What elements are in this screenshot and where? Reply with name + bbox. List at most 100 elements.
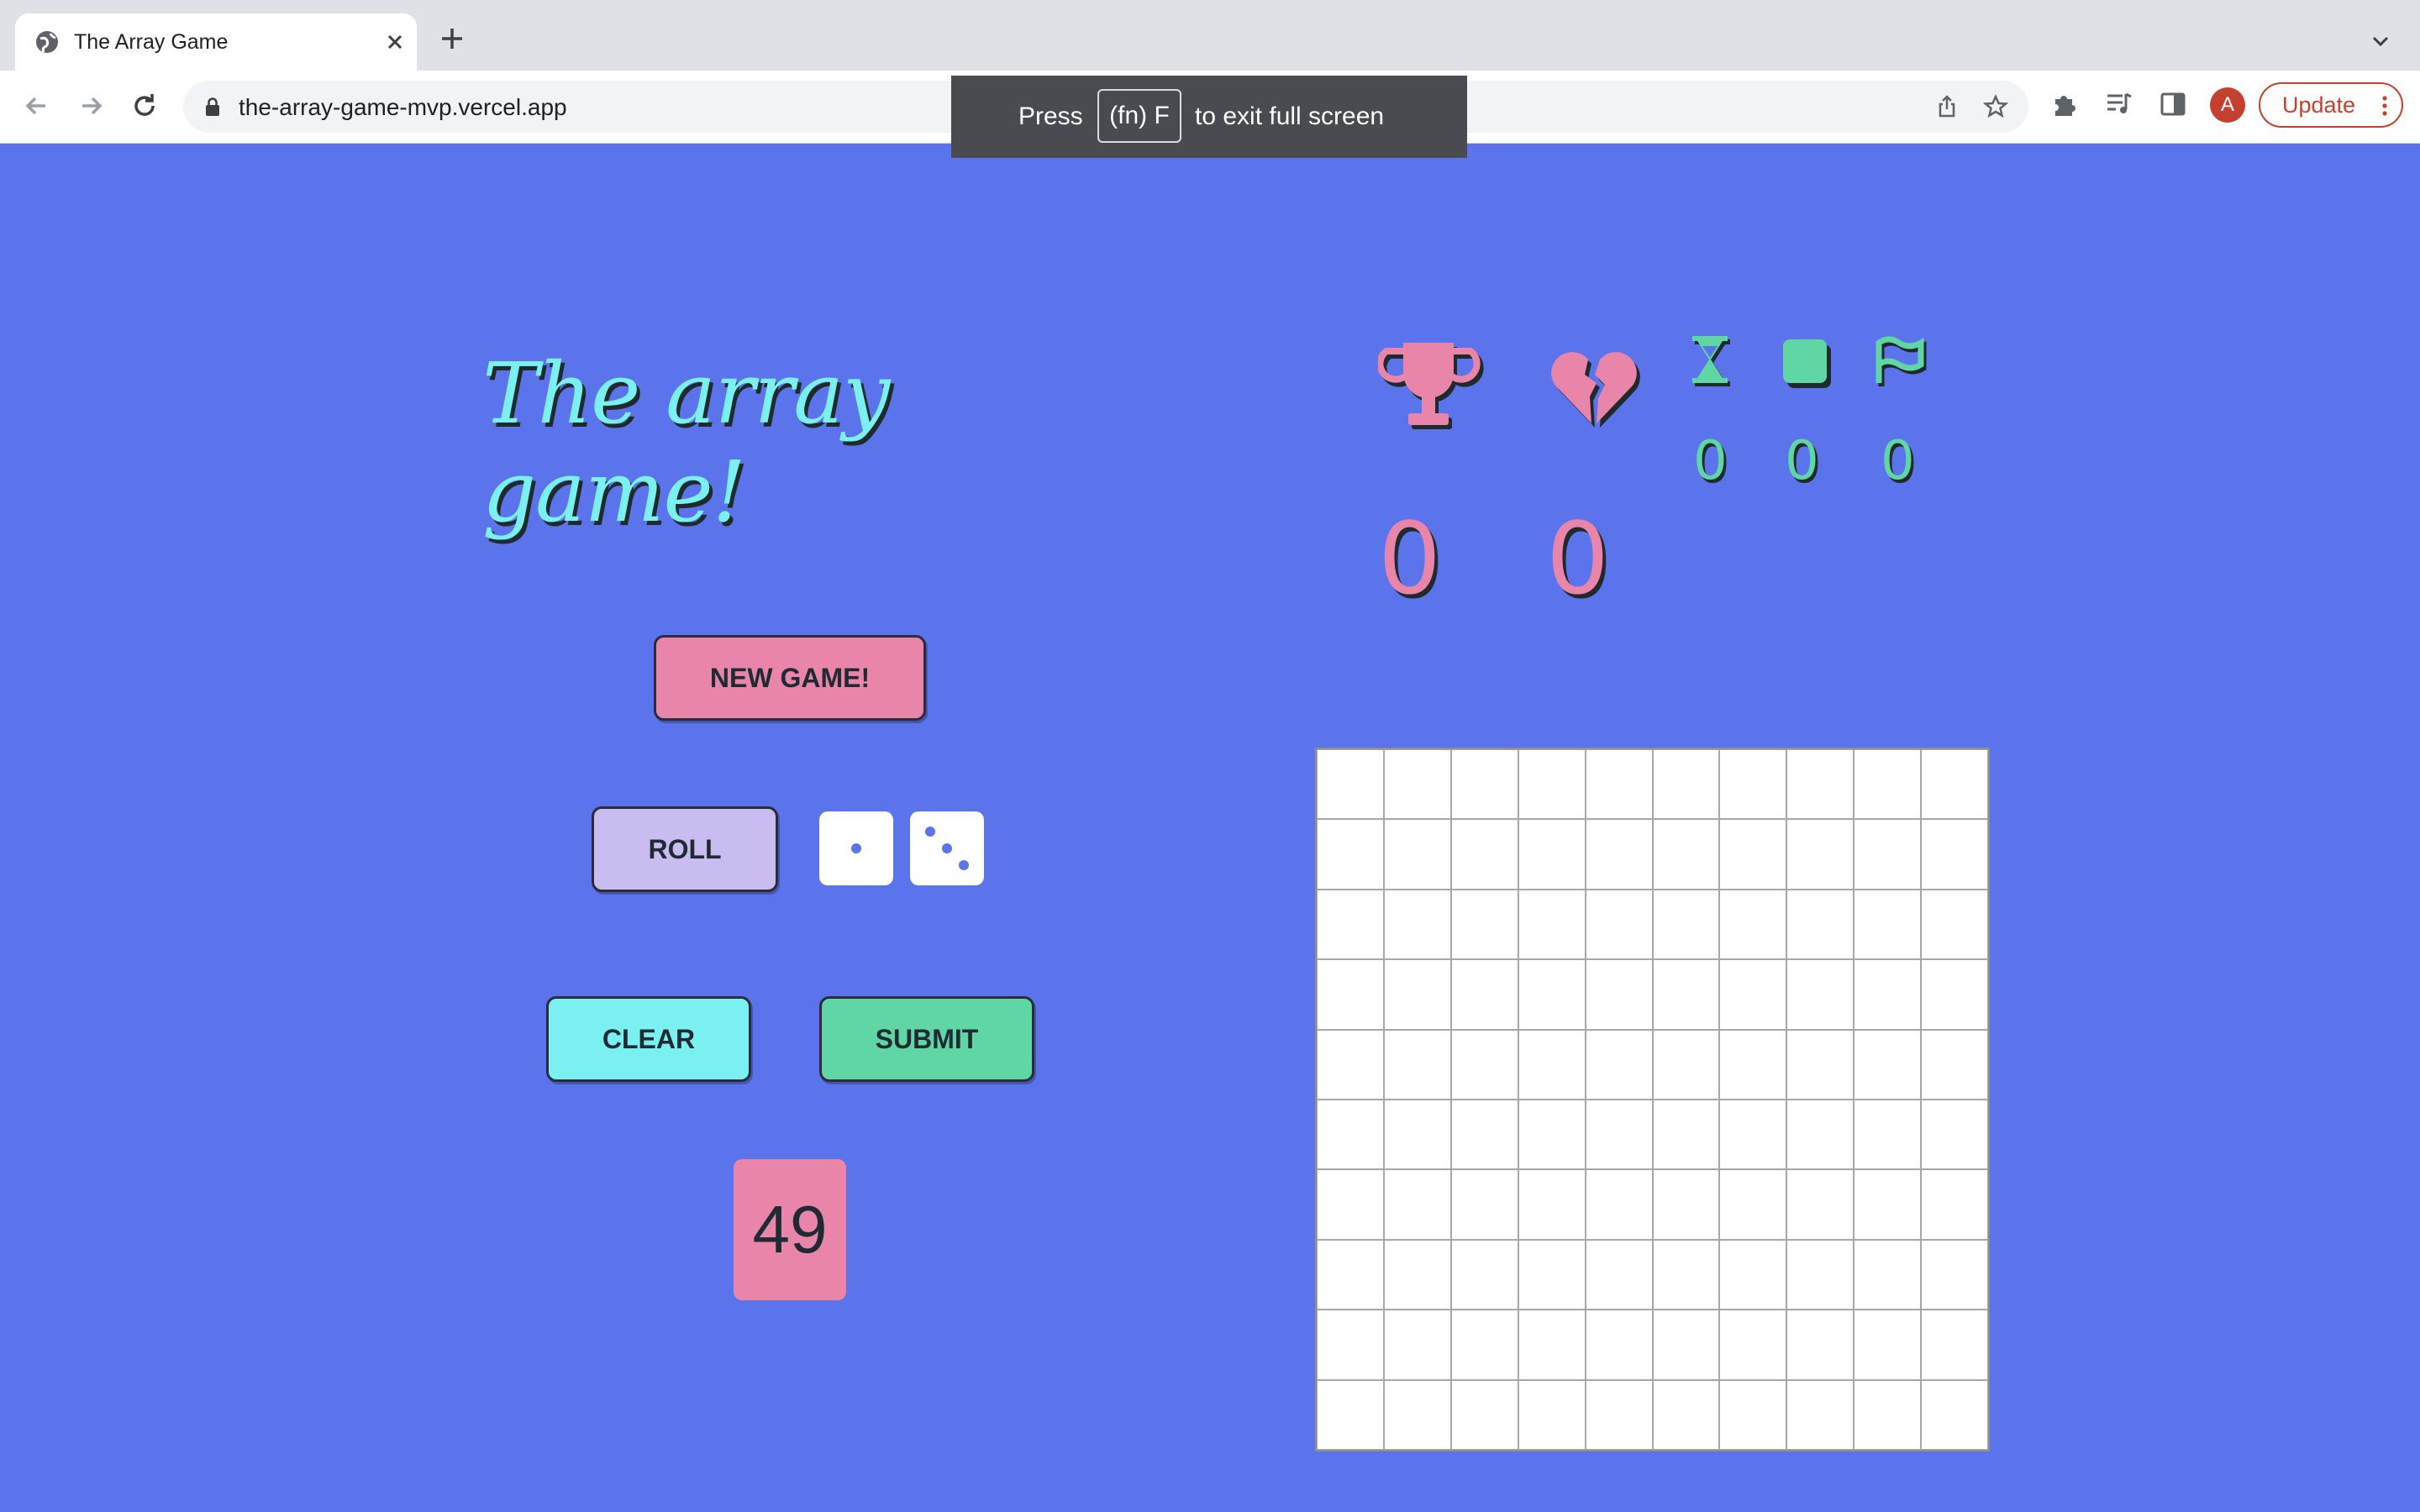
roll-button[interactable]: ROLL (592, 806, 778, 892)
browser-tab[interactable]: The Array Game (15, 13, 417, 71)
grid-cell[interactable] (1854, 889, 1922, 960)
grid-cell[interactable] (1719, 959, 1787, 1030)
grid-cell[interactable] (1383, 1169, 1451, 1240)
grid-cell[interactable] (1450, 819, 1518, 890)
grid-cell[interactable] (1921, 889, 1988, 960)
grid-cell[interactable] (1317, 1029, 1384, 1100)
grid-cell[interactable] (1585, 1310, 1653, 1380)
share-icon[interactable] (1934, 94, 1960, 119)
grid-cell[interactable] (1854, 959, 1922, 1030)
grid-cell[interactable] (1518, 1239, 1586, 1310)
grid-cell[interactable] (1518, 1100, 1586, 1170)
grid-cell[interactable] (1450, 959, 1518, 1030)
grid-cell[interactable] (1518, 819, 1586, 890)
new-game-button[interactable]: NEW GAME! (654, 635, 926, 721)
grid-cell[interactable] (1854, 1029, 1922, 1100)
grid-cell[interactable] (1450, 1169, 1518, 1240)
grid-cell[interactable] (1719, 1379, 1787, 1450)
grid-cell[interactable] (1450, 1100, 1518, 1170)
grid-cell[interactable] (1585, 959, 1653, 1030)
grid-cell[interactable] (1719, 749, 1787, 820)
grid-cell[interactable] (1652, 1100, 1720, 1170)
grid-cell[interactable] (1518, 1379, 1586, 1450)
grid-cell[interactable] (1854, 1310, 1922, 1380)
clear-button[interactable]: CLEAR (546, 996, 751, 1082)
grid-cell[interactable] (1786, 1239, 1854, 1310)
grid-cell[interactable] (1383, 1379, 1451, 1450)
grid-cell[interactable] (1450, 1029, 1518, 1100)
update-button[interactable]: Update (2259, 82, 2403, 128)
close-icon[interactable] (381, 29, 408, 55)
grid-cell[interactable] (1786, 819, 1854, 890)
profile-avatar[interactable]: A (2210, 87, 2245, 123)
media-control-icon[interactable] (2104, 89, 2134, 119)
grid-cell[interactable] (1518, 749, 1586, 820)
bookmark-star-icon[interactable] (1983, 94, 2008, 119)
grid-cell[interactable] (1383, 1029, 1451, 1100)
grid-cell[interactable] (1585, 749, 1653, 820)
grid-cell[interactable] (1383, 1239, 1451, 1310)
grid-cell[interactable] (1719, 889, 1787, 960)
grid-cell[interactable] (1585, 1100, 1653, 1170)
grid-cell[interactable] (1921, 1100, 1988, 1170)
grid-cell[interactable] (1317, 889, 1384, 960)
grid-cell[interactable] (1786, 749, 1854, 820)
grid-cell[interactable] (1854, 1239, 1922, 1310)
grid-cell[interactable] (1786, 1100, 1854, 1170)
grid-cell[interactable] (1317, 1169, 1384, 1240)
grid-cell[interactable] (1719, 1100, 1787, 1170)
grid-cell[interactable] (1383, 749, 1451, 820)
grid-cell[interactable] (1383, 889, 1451, 960)
grid-cell[interactable] (1652, 959, 1720, 1030)
forward-icon[interactable] (74, 89, 108, 123)
grid-cell[interactable] (1518, 1169, 1586, 1240)
grid-cell[interactable] (1518, 1029, 1586, 1100)
grid-cell[interactable] (1786, 959, 1854, 1030)
grid-cell[interactable] (1786, 1379, 1854, 1450)
grid-cell[interactable] (1652, 1169, 1720, 1240)
grid-cell[interactable] (1450, 1239, 1518, 1310)
grid-cell[interactable] (1518, 1310, 1586, 1380)
chevron-down-icon[interactable] (2368, 29, 2393, 54)
grid-cell[interactable] (1719, 819, 1787, 890)
grid-cell[interactable] (1585, 1239, 1653, 1310)
grid-cell[interactable] (1450, 1310, 1518, 1380)
grid-cell[interactable] (1585, 1029, 1653, 1100)
grid-cell[interactable] (1585, 889, 1653, 960)
grid-cell[interactable] (1854, 1379, 1922, 1450)
side-panel-icon[interactable] (2158, 89, 2188, 119)
grid-cell[interactable] (1317, 1239, 1384, 1310)
grid-cell[interactable] (1317, 749, 1384, 820)
grid-cell[interactable] (1317, 819, 1384, 890)
grid-cell[interactable] (1450, 889, 1518, 960)
grid-cell[interactable] (1585, 819, 1653, 890)
grid-cell[interactable] (1317, 1100, 1384, 1170)
grid-cell[interactable] (1921, 1169, 1988, 1240)
grid-cell[interactable] (1719, 1239, 1787, 1310)
grid-cell[interactable] (1921, 1310, 1988, 1380)
grid-cell[interactable] (1450, 1379, 1518, 1450)
new-tab-icon[interactable] (439, 25, 466, 52)
grid-cell[interactable] (1921, 959, 1988, 1030)
grid-cell[interactable] (1786, 1169, 1854, 1240)
grid-cell[interactable] (1317, 1310, 1384, 1380)
grid-cell[interactable] (1652, 1310, 1720, 1380)
grid-cell[interactable] (1450, 749, 1518, 820)
lock-icon[interactable] (202, 96, 224, 118)
grid-cell[interactable] (1719, 1310, 1787, 1380)
grid-cell[interactable] (1652, 1239, 1720, 1310)
url-text[interactable]: the-array-game-mvp.vercel.app (239, 94, 567, 121)
grid-cell[interactable] (1921, 1239, 1988, 1310)
grid-cell[interactable] (1652, 749, 1720, 820)
extensions-icon[interactable] (2050, 89, 2081, 119)
grid-cell[interactable] (1585, 1169, 1653, 1240)
grid-cell[interactable] (1383, 1100, 1451, 1170)
grid-cell[interactable] (1921, 819, 1988, 890)
grid-cell[interactable] (1317, 959, 1384, 1030)
grid-cell[interactable] (1518, 959, 1586, 1030)
grid-cell[interactable] (1854, 749, 1922, 820)
grid-cell[interactable] (1383, 819, 1451, 890)
grid-cell[interactable] (1854, 1169, 1922, 1240)
grid-cell[interactable] (1786, 889, 1854, 960)
grid-cell[interactable] (1585, 1379, 1653, 1450)
